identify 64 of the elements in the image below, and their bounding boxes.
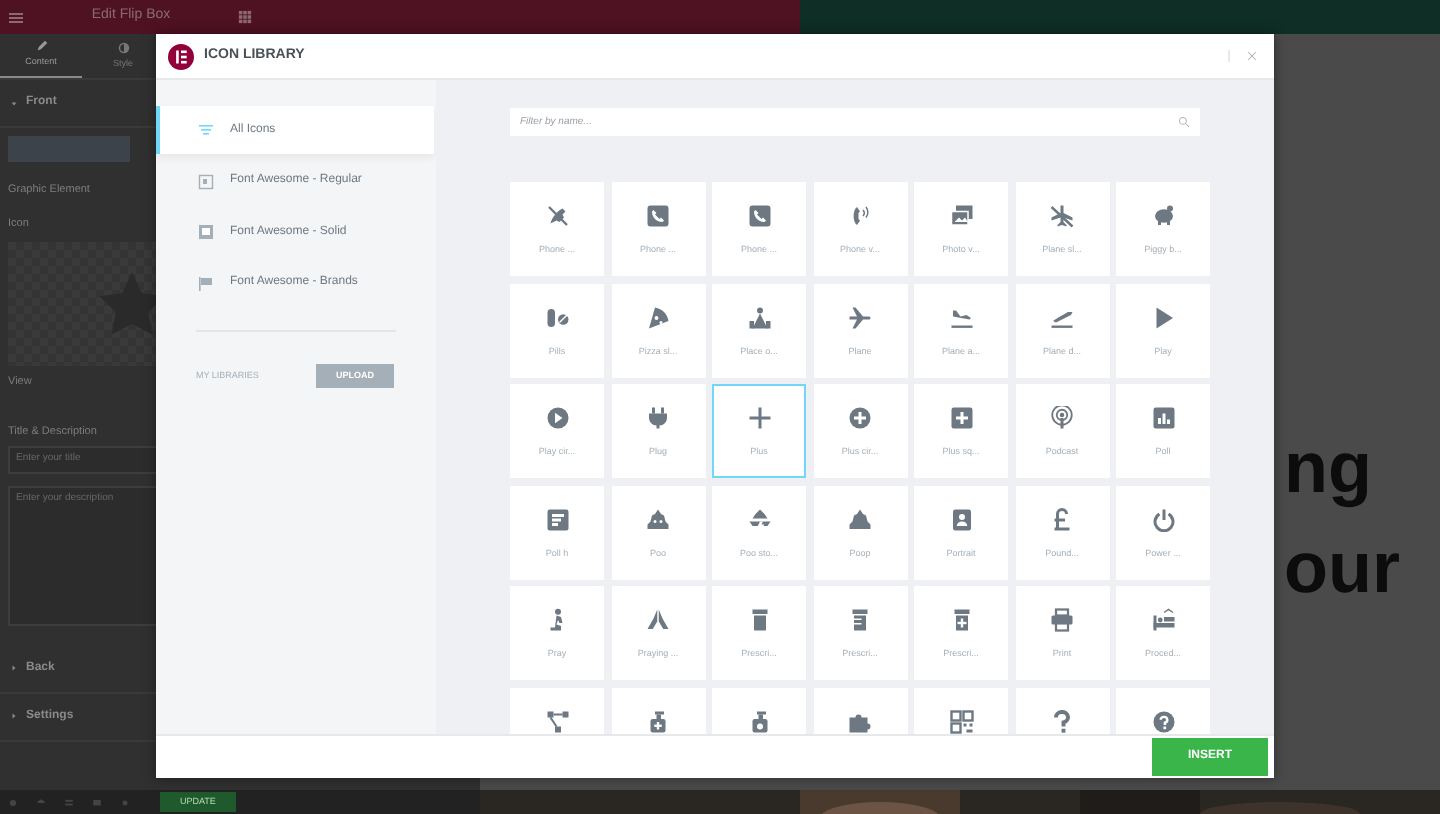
praying-hands-icon — [646, 608, 670, 632]
apps-grid-icon — [237, 10, 252, 24]
pile-icon — [848, 507, 872, 531]
photos-icon — [949, 204, 973, 228]
puzzle-icon — [848, 709, 872, 733]
phone-square-icon — [747, 204, 771, 228]
plus-square-icon — [949, 406, 973, 430]
diagram-icon — [545, 709, 569, 733]
bottle-plus-icon — [949, 608, 973, 632]
phone-slash-icon — [545, 204, 569, 228]
bed-icon — [1151, 608, 1175, 632]
piggy-bank-icon — [1151, 204, 1175, 228]
question-mark-icon — [1050, 709, 1074, 733]
icon-tile[interactable] — [510, 687, 604, 734]
icon-tile[interactable] — [914, 687, 1008, 734]
bottle-icon — [848, 608, 872, 632]
menu-icon — [8, 9, 24, 25]
plug-icon — [646, 406, 670, 430]
heading-text: ng — [1284, 424, 1374, 512]
plane-slash-icon — [1050, 204, 1074, 228]
icon-tile[interactable] — [1116, 687, 1210, 734]
help-icon — [1151, 709, 1175, 733]
icon-tile[interactable] — [611, 687, 705, 734]
pizza-slice-icon — [646, 305, 670, 329]
podcast-icon — [1050, 406, 1074, 430]
search-icon — [1178, 116, 1190, 128]
power-icon — [1151, 507, 1175, 531]
play-icon — [1151, 305, 1175, 329]
plane-icon — [848, 305, 872, 329]
pills-icon — [545, 305, 569, 329]
close-icon — [1246, 50, 1258, 62]
list-icon — [64, 797, 74, 807]
pencil-icon — [35, 40, 47, 53]
phone-square-icon — [646, 204, 670, 228]
icon-tile[interactable] — [1015, 687, 1109, 734]
caret-icon — [10, 99, 18, 107]
plus-circle-icon — [848, 406, 872, 430]
icon-tile[interactable] — [813, 687, 907, 734]
qr-code-icon — [949, 709, 973, 733]
pound-sign-icon — [1050, 507, 1074, 531]
square-icon — [198, 224, 214, 240]
pump-bottle-icon — [646, 709, 670, 733]
square-icon — [198, 173, 214, 189]
pile-face-icon — [646, 507, 670, 531]
filter-icon — [198, 122, 214, 138]
plus-icon — [747, 406, 771, 430]
plane-landing-icon — [949, 305, 973, 329]
phone-volume-icon — [848, 204, 872, 228]
list-square-icon — [545, 507, 569, 531]
settings-icon — [8, 797, 18, 807]
bottle-icon — [747, 608, 771, 632]
flag-icon — [198, 275, 214, 291]
printer-icon — [1050, 608, 1074, 632]
portrait-icon — [949, 507, 973, 531]
logo-icon — [168, 43, 194, 69]
chart-square-icon — [1151, 406, 1175, 430]
screen-icon — [92, 797, 102, 807]
pump-bottle-icon — [747, 709, 771, 733]
play-circle-icon — [545, 406, 569, 430]
half-circle-icon — [117, 41, 129, 54]
icon-tile[interactable] — [712, 687, 806, 734]
heading-text: our — [1284, 524, 1400, 612]
layers-icon — [36, 797, 46, 807]
eye-icon — [120, 797, 130, 807]
